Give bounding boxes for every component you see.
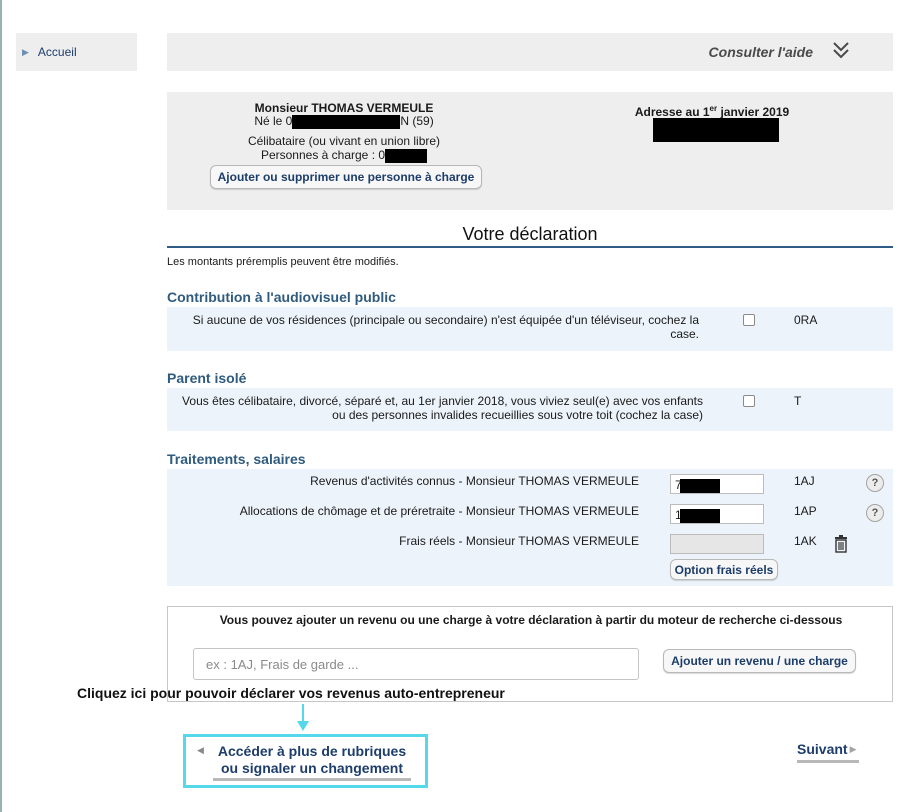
next-label: Suivant (797, 741, 848, 757)
help-icon-1aj[interactable]: ? (866, 474, 884, 492)
redacted-block (680, 479, 720, 493)
help-icon-1ap[interactable]: ? (866, 504, 884, 522)
triangle-right-icon: ▶ (22, 46, 29, 57)
address-title-sup: er (709, 104, 718, 113)
frais-reels-option-button[interactable]: Option frais réels (670, 559, 778, 580)
redacted-block (680, 509, 720, 523)
section-parent-isole: Vous êtes célibataire, divorcé, séparé e… (167, 388, 893, 431)
link-underline (213, 778, 411, 781)
auto-entrepreneur-annotation: Cliquez ici pour pouvoir déclarer vos re… (77, 685, 505, 701)
birth-info: Né le 0 N (59) (209, 115, 479, 129)
amount-input-1ak (670, 534, 764, 554)
search-input[interactable] (193, 648, 639, 680)
audiovisuel-question: Si aucune de vos résidences (principale … (192, 313, 699, 341)
address-title: Adresse au 1er janvier 2019 (607, 102, 817, 119)
marital-status: Célibataire (ou vivant en union libre) (247, 134, 441, 148)
sidebar-item-accueil[interactable]: ▶ Accueil (16, 33, 137, 71)
add-income-button[interactable]: Ajouter un revenu / une charge (663, 649, 856, 673)
search-hint: Vous pouvez ajouter un revenu ou une cha… (219, 613, 843, 627)
birth-suffix: N (59) (400, 114, 434, 129)
parent-isole-question: Vous êtes célibataire, divorcé, séparé e… (182, 394, 703, 422)
more-sections-line2: ou signaler un changement (220, 760, 404, 776)
prefill-note: Les montants préremplis peuvent être mod… (167, 256, 399, 268)
section-title-audiovisuel: Contribution à l'audiovisuel public (167, 289, 396, 305)
left-border (0, 0, 2, 812)
sidebar-item-label: Accueil (37, 45, 77, 59)
add-dependent-button[interactable]: Ajouter ou supprimer une personne à char… (210, 165, 482, 189)
section-audiovisuel: Si aucune de vos résidences (principale … (167, 307, 893, 351)
audiovisuel-checkbox[interactable] (743, 314, 755, 326)
redacted-block (385, 149, 428, 163)
redacted-address (653, 118, 779, 142)
code-0ra: 0RA (794, 313, 818, 327)
code-1aj: 1AJ (794, 474, 815, 488)
help-bar: Consulter l'aide (167, 33, 893, 71)
dependents-label: Personnes à charge : 0 (260, 148, 386, 163)
help-link[interactable]: Consulter l'aide (709, 44, 813, 60)
next-underline (797, 760, 859, 763)
code-1ap: 1AP (794, 504, 817, 518)
redacted-block (292, 115, 401, 129)
field-label-1ap: Allocations de chômage et de préretraite… (239, 504, 639, 518)
section-title-salaires: Traitements, salaires (167, 451, 306, 467)
more-sections-line1: Accéder à plus de rubriques (217, 743, 407, 759)
code-t: T (794, 394, 802, 408)
amount-input-1aj[interactable]: 7 (670, 474, 764, 494)
field-label-1ak: Frais réels - Monsieur THOMAS VERMEULE (399, 534, 639, 548)
taxpayer-identity-panel: Monsieur THOMAS VERMEULE Né le 0 N (59) C… (167, 92, 893, 210)
double-chevron-down-icon[interactable] (831, 40, 851, 62)
next-button[interactable]: Suivant ▶ (797, 741, 857, 757)
more-sections-link[interactable]: Accéder à plus de rubriques ou signaler … (206, 743, 418, 781)
declaration-title: Votre déclaration (167, 224, 893, 248)
address-title-text: Adresse au 1 (634, 105, 710, 119)
address-title-rest: janvier 2019 (717, 105, 790, 119)
section-salaires: Revenus d'activités connus - Monsieur TH… (167, 469, 893, 586)
triangle-left-icon: ◀ (197, 745, 204, 755)
dependents-count: Personnes à charge : 0 (209, 149, 479, 163)
field-label-1aj: Revenus d'activités connus - Monsieur TH… (310, 474, 639, 488)
trash-icon[interactable] (833, 535, 849, 553)
triangle-right-icon: ▶ (849, 744, 857, 754)
code-1ak: 1AK (794, 534, 817, 548)
birth-prefix: Né le 0 (254, 114, 293, 129)
taxpayer-name: Monsieur THOMAS VERMEULE (254, 101, 434, 115)
arrow-down-icon (297, 704, 309, 731)
amount-input-1ap[interactable]: 1 (670, 504, 764, 524)
section-title-parent-isole: Parent isolé (167, 370, 247, 386)
more-sections-highlight: ◀ Accéder à plus de rubriques ou signale… (183, 734, 428, 788)
parent-isole-checkbox[interactable] (743, 395, 755, 407)
